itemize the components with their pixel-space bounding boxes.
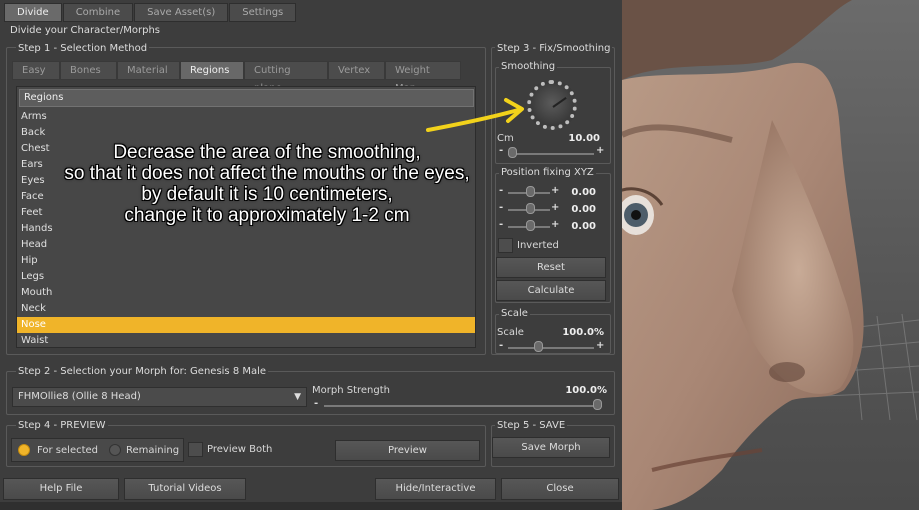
annotation-line-4: change it to approximately 1-2 cm [124, 205, 410, 226]
annotation-text: Decrease the area of the smoothing, so t… [20, 142, 514, 226]
annotation-line-3: by default it is 10 centimeters, [141, 184, 393, 205]
annotation-line-2: so that it does not affect the mouths or… [64, 163, 470, 184]
annotation-arrow-icon [426, 98, 524, 132]
annotation-line-1: Decrease the area of the smoothing, [113, 142, 421, 163]
